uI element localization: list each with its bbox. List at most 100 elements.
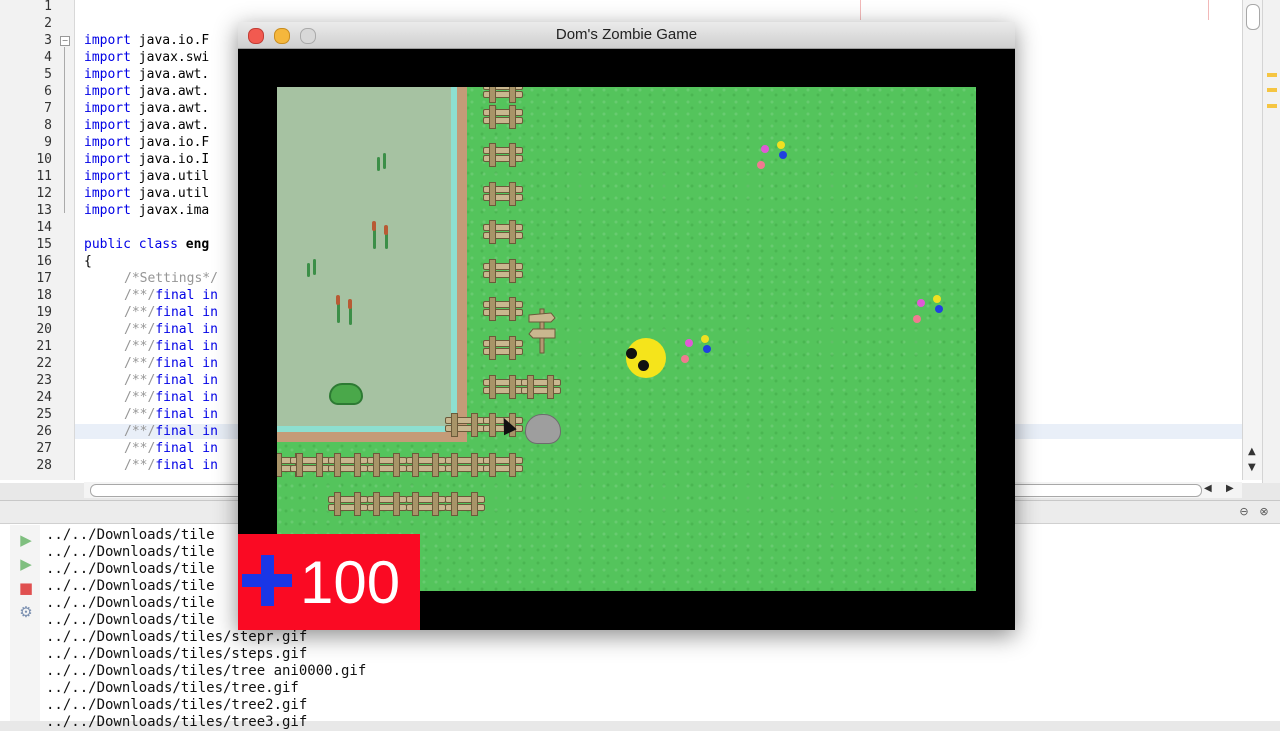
reed [313,259,316,275]
code-line: import java.io.I [84,152,210,167]
code-line: import java.awt. [84,84,210,99]
reed [307,263,310,277]
fence [483,87,523,103]
line-number: 18 [36,288,52,303]
reed [377,157,380,171]
window-title: Dom's Zombie Game [555,26,698,43]
warning-mark[interactable] [1267,73,1277,77]
close-icon[interactable]: ⊗ [1256,505,1272,519]
flower-cluster [755,137,789,171]
line-number: 12 [36,186,52,201]
fence [483,143,523,167]
scroll-down-icon[interactable]: ▼ [1248,462,1256,473]
pond [277,87,467,442]
output-line: ../../Downloads/tiles/steps.gif [46,646,308,662]
fence [521,375,561,399]
line-number: 13 [36,203,52,218]
output-line: ../../Downloads/tiles/tree3.gif [46,714,308,730]
right-margin-guide [1208,0,1209,20]
rerun-icon[interactable]: ▶ [16,531,36,549]
fence [328,453,368,477]
code-line: /**/final in [124,424,218,439]
line-number: 14 [36,220,52,235]
fence [483,453,523,477]
game-canvas[interactable] [277,87,976,591]
settings-icon[interactable]: ⚙ [16,603,36,621]
line-number: 16 [36,254,52,269]
code-line: /**/final in [124,305,218,320]
score-value: 100 [300,549,401,616]
lily-pad [329,383,363,405]
fold-toggle-icon[interactable]: − [60,36,70,46]
editor-vertical-scrollbar[interactable]: ▲ ▼ [1242,0,1263,480]
code-line: /**/final in [124,407,218,422]
scroll-right-icon[interactable]: ▶ [1226,483,1234,494]
line-number: 6 [44,84,52,99]
code-line: /**/final in [124,373,218,388]
reed [348,299,352,309]
line-number: 8 [44,118,52,133]
line-number: 4 [44,50,52,65]
line-number: 23 [36,373,52,388]
rerun-forward-icon[interactable]: ▶ [16,555,36,573]
fence [328,492,368,516]
code-line: import java.io.F [84,135,210,150]
error-stripe [1262,0,1280,483]
output-line: ../../Downloads/tiles/tree2.gif [46,697,308,713]
scroll-left-icon[interactable]: ◀ [1204,483,1212,494]
output-line: ../../Downloads/tiles/stepr.gif [46,629,308,645]
code-line: import java.util [84,186,210,201]
player-eye [638,360,649,371]
reed [336,295,340,305]
code-line: import java.awt. [84,101,210,116]
warning-mark[interactable] [1267,88,1277,92]
fence [445,453,485,477]
code-line: /**/final in [124,288,218,303]
flower-cluster [679,333,713,367]
code-line: public class eng [84,237,210,252]
scroll-up-icon[interactable]: ▲ [1248,446,1256,457]
game-window[interactable]: Dom's Zombie Game 100 [238,22,1015,630]
fence [367,492,407,516]
line-number: 7 [44,101,52,116]
code-line: /**/final in [124,322,218,337]
code-line: import javax.ima [84,203,210,218]
reed [383,153,386,169]
scroll-thumb[interactable] [1246,4,1260,30]
code-line: import java.io.F [84,33,210,48]
output-line: ../../Downloads/tile [46,578,215,594]
fence [290,453,330,477]
flower-cluster [911,293,945,327]
fence [445,413,485,437]
code-line: import java.util [84,169,210,184]
line-number: 19 [36,305,52,320]
line-number: 1 [44,0,52,14]
title-bar[interactable]: Dom's Zombie Game [238,22,1015,49]
code-line: /**/final in [124,458,218,473]
line-number: 27 [36,441,52,456]
output-line: ../../Downloads/tiles/tree ani0000.gif [46,663,367,679]
line-number: 21 [36,339,52,354]
fence [367,453,407,477]
stop-icon[interactable]: ■ [16,579,36,597]
line-number: 24 [36,390,52,405]
fence [483,336,523,360]
output-line: ../../Downloads/tile [46,612,215,628]
fence [483,259,523,283]
line-number: 28 [36,458,52,473]
fence [483,182,523,206]
code-line: import java.awt. [84,118,210,133]
fence [483,220,523,244]
fence [483,375,523,399]
warning-mark[interactable] [1267,104,1277,108]
code-line: /**/final in [124,339,218,354]
code-line: /**/final in [124,356,218,371]
line-number: 2 [44,16,52,31]
line-number: 10 [36,152,52,167]
line-number: 22 [36,356,52,371]
line-number: 20 [36,322,52,337]
line-number: 25 [36,407,52,422]
code-line: import javax.swi [84,50,210,65]
rock [525,414,561,444]
restore-icon[interactable]: ⊖ [1236,505,1252,519]
